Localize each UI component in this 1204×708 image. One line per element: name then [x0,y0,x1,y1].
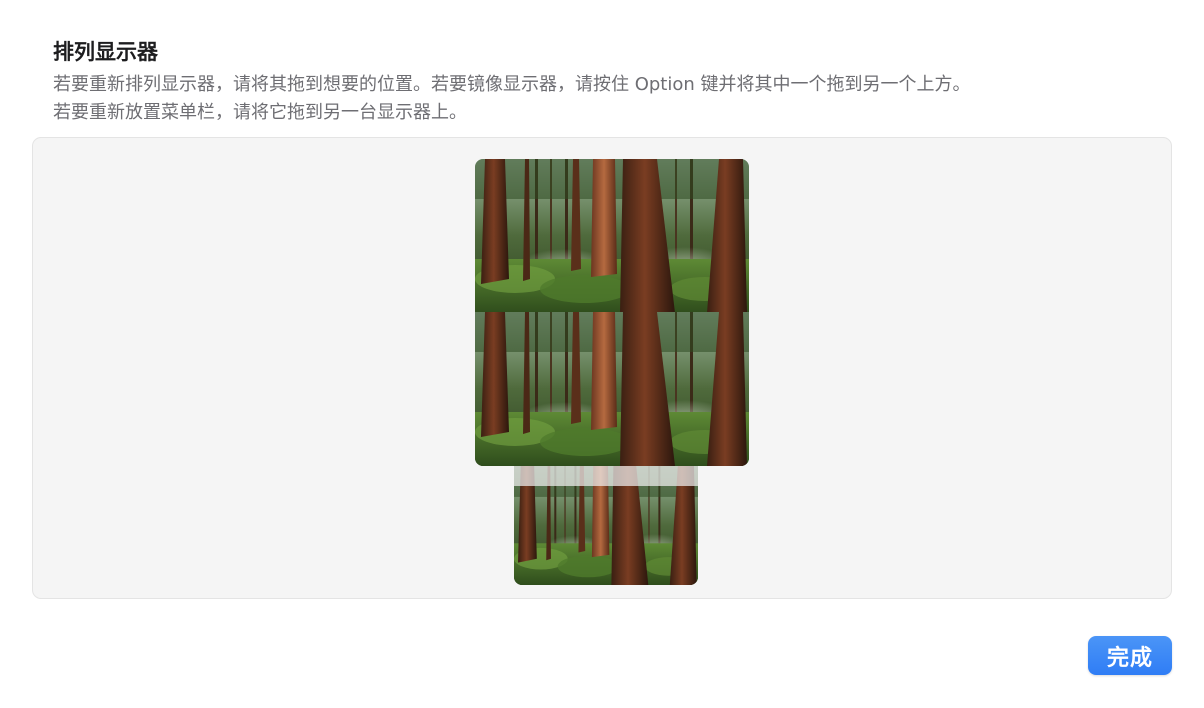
done-button[interactable]: 完成 [1088,636,1172,675]
display-arrangement-area [32,137,1172,599]
forest-wallpaper-icon [475,312,749,466]
arrange-displays-sheet: 排列显示器 若要重新排列显示器，请将其拖到想要的位置。若要镜像显示器，请按住 O… [0,0,1204,708]
secondary-display[interactable] [514,466,698,585]
dialog-description-line2: 若要重新放置菜单栏，请将它拖到另一台显示器上。 [53,102,467,123]
dialog-description-line1: 若要重新排列显示器，请将其拖到想要的位置。若要镜像显示器，请按住 Option … [53,74,971,95]
forest-wallpaper-icon [475,159,749,313]
main-display[interactable] [475,159,749,466]
dialog-title: 排列显示器 [53,40,158,64]
menu-bar-indicator[interactable] [514,466,698,486]
